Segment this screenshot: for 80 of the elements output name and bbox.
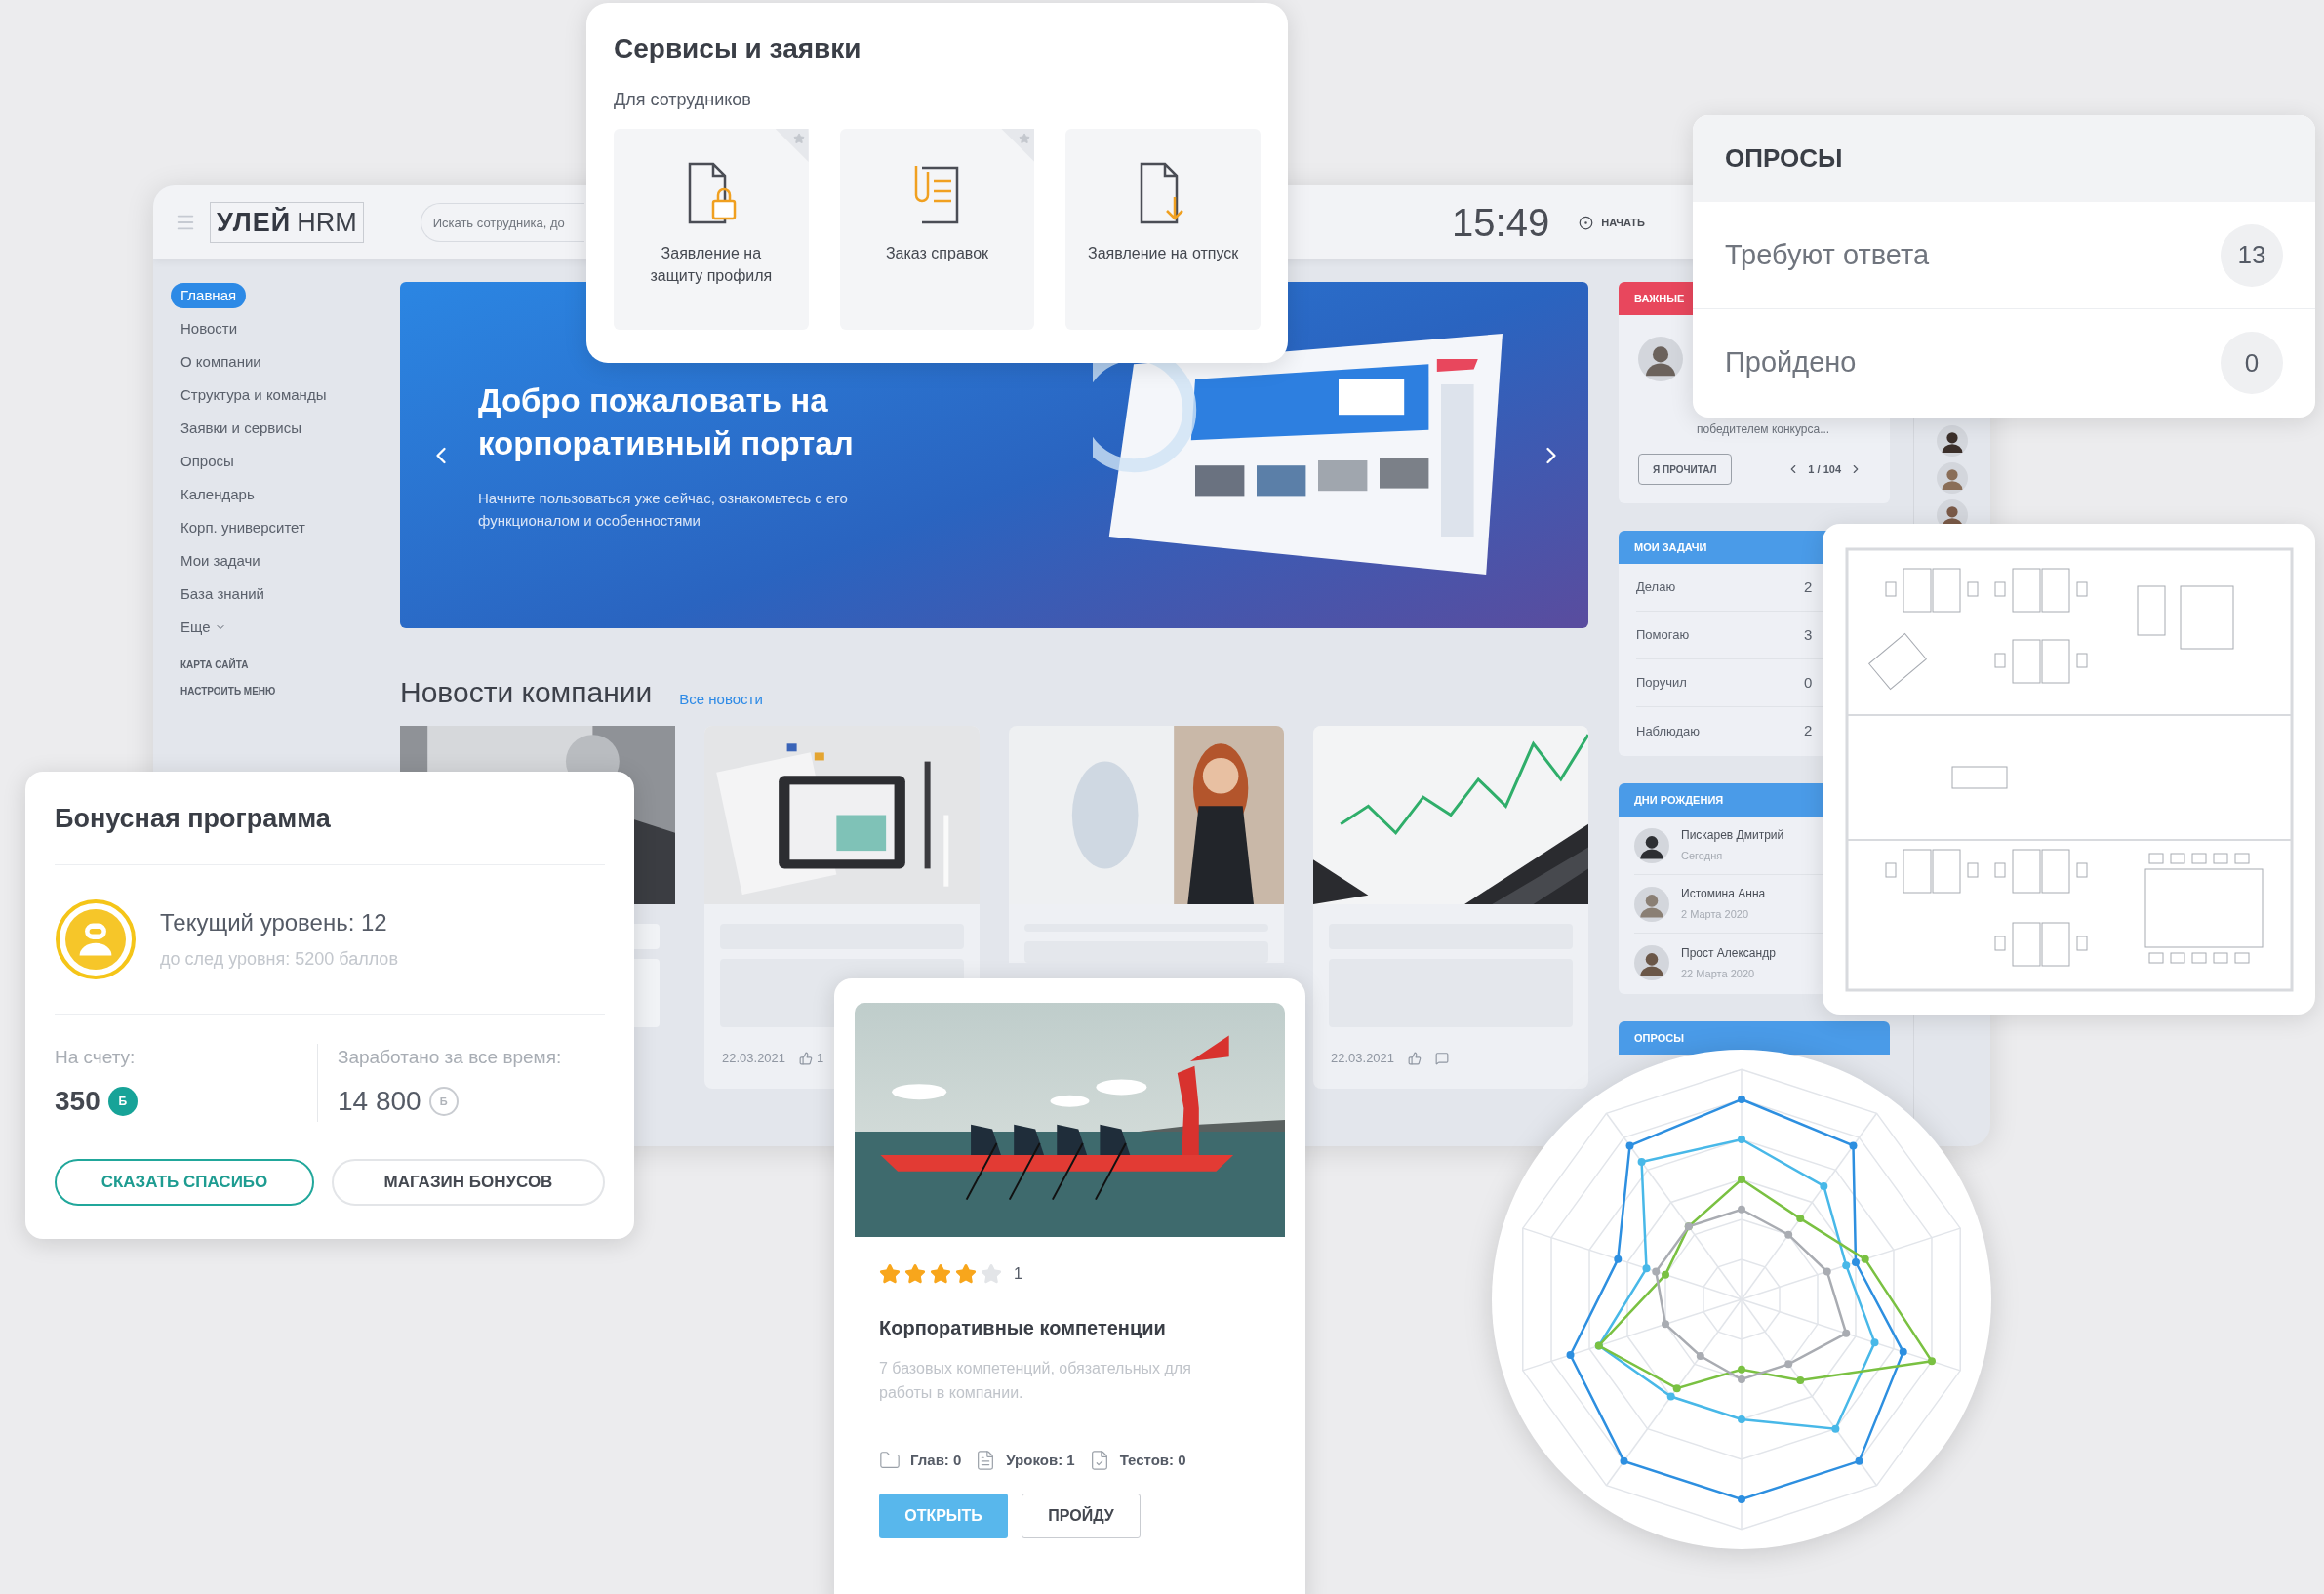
mark-read-button[interactable]: Я ПРОЧИТАЛ	[1638, 454, 1732, 485]
sidebar-link[interactable]: КАРТА САЙТА	[180, 658, 378, 672]
clock-time: 15:49	[1452, 200, 1550, 246]
card-header-title: МОИ ЗАДАЧИ	[1634, 539, 1707, 555]
card-header-title: ВАЖНЫЕ	[1634, 291, 1685, 306]
service-tile[interactable]: Заявление на защиту профиля	[614, 129, 809, 330]
banner-title: Добро пожаловать на корпоративный портал	[478, 380, 855, 463]
task-label: Поручил	[1636, 674, 1688, 693]
take-course-button[interactable]: ПРОЙДУ	[1022, 1493, 1141, 1538]
news-date: 22.03.2021	[722, 1050, 786, 1067]
earned-label: Заработано за все время:	[338, 1045, 562, 1069]
course-stat: Глав: 0	[910, 1451, 962, 1470]
birthday-date: Сегодня	[1681, 849, 1724, 864]
news-snippet: победителем конкурса...	[1697, 421, 1831, 438]
course-stat: Уроков: 1	[1006, 1451, 1075, 1470]
course-stat: Тестов: 0	[1119, 1451, 1186, 1470]
sidebar-item[interactable]: Заявки и сервисы	[171, 416, 311, 441]
bonus-shop-button[interactable]: МАГАЗИН БОНУСОВ	[332, 1159, 605, 1206]
tile-label: Заказ справок	[884, 244, 990, 263]
person-name: Пискарев Дмитрий	[1681, 827, 1784, 845]
sidebar-item[interactable]: О компании	[171, 349, 271, 375]
card-subtitle: Для сотрудников	[614, 89, 752, 111]
card-header-title: ДНИ РОЖДЕНИЯ	[1634, 792, 1724, 808]
like-count: 1	[817, 1050, 824, 1067]
count-badge: 13	[2221, 223, 2283, 287]
sidebar-item[interactable]: Корп. университет	[171, 515, 315, 540]
next-level-hint: до след уровня: 5200 баллов	[160, 948, 398, 971]
task-label: Делаю	[1636, 578, 1677, 597]
poll-label: Пройдено	[1725, 345, 1857, 380]
earned-value: 14 800	[338, 1085, 421, 1118]
sidebar-link[interactable]: НАСТРОИТЬ МЕНЮ	[180, 684, 378, 698]
card-header-title: ОПРОСЫ	[1634, 1030, 1684, 1046]
sidebar-item[interactable]: Календарь	[171, 482, 264, 507]
course-title: Корпоративные компетенции	[879, 1316, 1167, 1340]
task-label: Помогаю	[1636, 626, 1691, 645]
sidebar-item[interactable]: База знаний	[171, 581, 274, 607]
service-tile[interactable]: Заявление на отпуск	[1065, 129, 1261, 330]
start-button[interactable]: НАЧАТЬ	[1579, 214, 1645, 231]
all-news-link[interactable]: Все новости	[679, 688, 763, 710]
more-menu[interactable]: Еще	[171, 616, 236, 639]
task-count: 0	[1804, 672, 1813, 693]
count-badge: 0	[2221, 332, 2283, 394]
pager-text: 1 / 104	[1808, 461, 1841, 477]
logo-suffix: HRM	[297, 206, 357, 239]
task-label: Наблюдаю	[1636, 722, 1702, 740]
sidebar-item[interactable]: Новости	[171, 316, 248, 341]
task-count: 3	[1804, 624, 1813, 645]
card-title: ОПРОСЫ	[1725, 142, 1843, 175]
news-card[interactable]: 22.03.2021	[1313, 726, 1588, 1089]
balance-value: 350	[55, 1085, 100, 1118]
poll-row[interactable]: Требуют ответа 13	[1693, 202, 2315, 309]
service-tile[interactable]: Заказ справок	[839, 129, 1035, 330]
poll-label: Требуют ответа	[1725, 237, 1930, 272]
logo-wordmark: УЛЕЙ	[217, 206, 292, 239]
task-count: 2	[1804, 721, 1813, 741]
task-count: 2	[1804, 577, 1813, 597]
person-name: Истомина Анна	[1681, 886, 1766, 903]
birthday-date: 22 Марта 2020	[1681, 966, 1756, 981]
poll-row[interactable]: Пройдено 0	[1693, 309, 2315, 417]
search-field[interactable]: Искать сотрудника, до	[420, 203, 584, 242]
sidebar-item[interactable]: Мои задачи	[171, 548, 270, 574]
course-description: 7 базовых компетенций, обязательных для работы в компании.	[879, 1359, 1192, 1403]
card-title: Сервисы и заявки	[614, 32, 862, 65]
birthday-date: 2 Марта 2020	[1681, 907, 1749, 923]
sidebar-item[interactable]: Главная	[171, 283, 247, 308]
say-thanks-button[interactable]: СКАЗАТЬ СПАСИБО	[55, 1159, 314, 1206]
sidebar-item[interactable]: Опросы	[171, 449, 244, 474]
current-level: Текущий уровень: 12	[160, 908, 388, 937]
points-badge: Б	[107, 1087, 138, 1116]
news-date: 22.03.2021	[1331, 1050, 1395, 1067]
points-badge: Б	[428, 1087, 459, 1116]
tile-label: Заявление на защиту профиля	[649, 244, 774, 286]
section-title: Новости компании	[400, 675, 653, 710]
sidebar-item[interactable]: Структура и команды	[171, 382, 337, 408]
card-title: Бонусная программа	[55, 803, 332, 835]
tile-label: Заявление на отпуск	[1087, 244, 1240, 263]
rating-count: 1	[1014, 1264, 1022, 1284]
banner-subtitle: Начните пользоваться уже сейчас, ознакомьтесь с его функционалом и особенностями	[478, 488, 849, 531]
balance-label: На счету:	[55, 1045, 137, 1069]
person-name: Прост Александр	[1681, 944, 1776, 962]
